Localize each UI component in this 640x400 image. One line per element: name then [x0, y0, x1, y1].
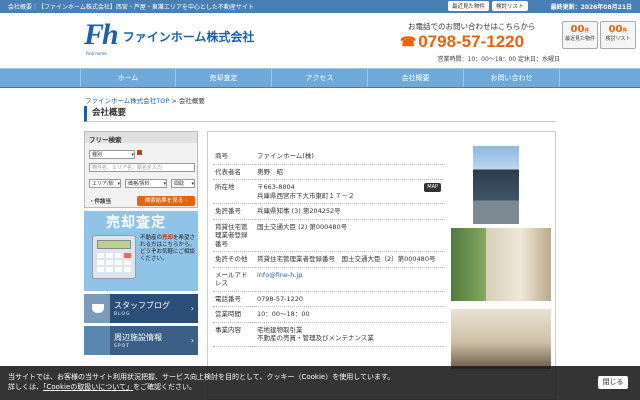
- info-value: 奥野 昭: [255, 164, 443, 180]
- info-key: 商号: [213, 149, 255, 165]
- breadcrumb-sep: >: [171, 97, 177, 105]
- company-name: ファインホーム株式会社: [122, 30, 255, 44]
- info-value: 国土交通大臣 (2) 第000480号: [255, 219, 443, 252]
- office-entrance-photo: [451, 228, 551, 301]
- staff-blog-banner[interactable]: スタッフブログ BLOG ›: [84, 294, 198, 323]
- breadcrumb: ファインホーム株式会社TOP > 会社概要: [85, 95, 205, 105]
- logo-mark: Fh: [84, 18, 119, 51]
- spot-title: 周辺施設情報: [114, 333, 162, 342]
- office-interior-photo: [451, 309, 551, 369]
- info-value[interactable]: info@fine-h.jp: [255, 267, 443, 292]
- info-key: メールアドレス: [213, 267, 255, 292]
- info-row: メールアドレス info@fine-h.jp: [213, 267, 443, 292]
- info-value: 0798-57-1220: [255, 291, 443, 307]
- info-row: 免許その他 賃貸住宅管理業者登録番号 国土交通大臣（2）第000480号: [213, 251, 443, 268]
- main-nav: ホーム 売却査定 アクセス 会社概要 お問い合わせ: [0, 68, 640, 88]
- topbar-overlay: 最近見た物件 検討リスト 最終更新：2026年08月21日: [0, 0, 640, 13]
- email-link: info@fine-h.jp: [257, 270, 303, 279]
- blog-title: スタッフブログ: [114, 301, 170, 310]
- info-key: 免許その他: [213, 251, 255, 268]
- spot-sub: SPOT: [114, 344, 130, 349]
- info-key: 免許番号: [213, 203, 255, 220]
- info-row: 代表者名 奥野 昭: [213, 164, 443, 180]
- info-value: 宅地建物取引業 不動産の売買・管理及びメンテナンス業: [255, 322, 443, 347]
- area-select[interactable]: エリア/駅 ▾: [89, 179, 121, 188]
- type-select[interactable]: 種別 ▾: [89, 150, 135, 159]
- info-value: MAP 〒663-8004 兵庫県西宮市下大市東町１７－２: [255, 179, 443, 204]
- last-updated: 最終更新：2026年08月21日: [550, 4, 632, 11]
- info-key: 代表者名: [213, 164, 255, 180]
- top-actions: 最近見た物件 検討リスト: [448, 1, 528, 11]
- breadcrumb-home[interactable]: ファインホーム株式会社TOP: [85, 97, 169, 105]
- top-recent-link[interactable]: 最近見た物件: [448, 1, 490, 11]
- chevron-right-icon: ›: [190, 336, 194, 345]
- nav-sell-assessment[interactable]: 売却査定: [176, 69, 272, 87]
- info-key: 所在地: [213, 179, 255, 204]
- phone-area: お電話でのお問い合わせはこちらから ☎ 0798-57-1220 営業時間：10…: [400, 21, 560, 63]
- free-search-box: フリー検索 種別 ▾ 物件名、エリア名、駅名を入力 エリア/駅 ▾ 価格/賃料 ▾ 間…: [84, 131, 198, 208]
- nav-contact[interactable]: お問い合わせ: [464, 69, 560, 87]
- cookie-close-button[interactable]: 閉じる: [598, 376, 628, 389]
- page-title: 会社概要: [84, 106, 556, 122]
- info-row: 営業時間 10：00～18：00: [213, 306, 443, 323]
- map-button[interactable]: MAP: [424, 183, 441, 192]
- search-button[interactable]: 検索結果を見る ›: [137, 196, 195, 206]
- chevron-right-icon: ›: [190, 304, 194, 313]
- info-key: 事業内容: [213, 322, 255, 347]
- phone-number[interactable]: ☎ 0798-57-1220: [400, 32, 560, 52]
- info-row: 賃貸住宅管理業者登録番号 国土交通大臣 (2) 第000480号: [213, 219, 443, 252]
- business-hours: 営業時間：10：00～18：00 定休日：水曜日: [437, 56, 560, 63]
- info-row: 電話番号 0798-57-1220: [213, 291, 443, 307]
- building-photo: [473, 146, 519, 224]
- layout-select[interactable]: 間取 ▾: [171, 179, 195, 188]
- sidebar: フリー検索 種別 ▾ 物件名、エリア名、駅名を入力 エリア/駅 ▾ 価格/賃料 ▾ 間…: [84, 131, 198, 355]
- nav-access[interactable]: アクセス: [272, 69, 368, 87]
- search-title: フリー検索: [85, 132, 197, 144]
- top-list-link[interactable]: 検討リスト: [492, 1, 528, 11]
- company-info-table: 商号 ファインホーム(株) 代表者名 奥野 昭所在地 MAP 〒663-8004 兵庫県西宮…: [213, 149, 443, 347]
- info-row: 所在地 MAP 〒663-8004 兵庫県西宮市下大市東町１７－２: [213, 179, 443, 204]
- info-key: 電話番号: [213, 291, 255, 307]
- info-row: 商号 ファインホーム(株): [213, 149, 443, 165]
- phone-icon: ☎: [400, 34, 417, 49]
- info-value: 10：00～18：00: [255, 306, 443, 323]
- cookie-policy-link[interactable]: 「Cookieの取扱いについて」: [43, 383, 133, 391]
- sell-text: 不動産の売却を希望される方はこちらから。どうぞお気軽にご相談ください。: [140, 235, 196, 262]
- company-info-panel: 商号 ファインホーム(株) 代表者名 奥野 昭所在地 MAP 〒663-8004 兵庫県西宮…: [207, 131, 556, 400]
- favorite-list-button[interactable]: 00件 検討リスト: [600, 21, 636, 49]
- nav-home[interactable]: ホーム: [80, 69, 176, 87]
- cookie-text: 当サイトでは、お客様の当サイト利用状況把握、サービス向上検討を目的として、クッキ…: [8, 373, 395, 381]
- price-select[interactable]: 価格/賃料 ▾: [125, 179, 167, 188]
- cookie-banner: 当サイトでは、お客様の当サイト利用状況把握、サービス向上検討を目的として、クッキ…: [0, 366, 640, 400]
- sell-assessment-banner[interactable]: 売却査定 不動産の売却を希望される方はこちらから。どうぞお気軽にご相談ください。: [84, 211, 198, 291]
- phone-label: お電話でのお問い合わせはこちらから: [408, 22, 536, 31]
- info-value: 賃貸住宅管理業者登録番号 国土交通大臣（2）第000480号: [255, 251, 443, 268]
- info-row: 免許番号 兵庫県知事 (3) 第204252号: [213, 203, 443, 220]
- blog-sub: BLOG: [114, 312, 131, 317]
- calculator-icon: [92, 235, 136, 279]
- coffee-cup-icon: [92, 304, 104, 313]
- logo[interactable]: Fh Fine home ファインホーム株式会社: [84, 18, 255, 57]
- result-count: ・件該当: [89, 199, 112, 205]
- info-row: 事業内容 宅地建物取引業 不動産の売買・管理及びメンテナンス業: [213, 322, 443, 347]
- info-value: ファインホーム(株): [255, 149, 443, 165]
- header-buttons: 00件 最近見た物件 00件 検討リスト: [562, 21, 636, 49]
- keyword-input[interactable]: 物件名、エリア名、駅名を入力: [89, 163, 195, 172]
- info-key: 賃貸住宅管理業者登録番号: [213, 219, 255, 252]
- breadcrumb-current: 会社概要: [178, 97, 205, 105]
- spot-info-banner[interactable]: 周辺施設情報 SPOT ›: [84, 326, 198, 355]
- nav-company[interactable]: 会社概要: [368, 69, 464, 87]
- building-image: [84, 326, 110, 355]
- header: Fh Fine home ファインホーム株式会社 お電話でのお問い合わせはこちら…: [0, 13, 640, 68]
- info-value: 兵庫県知事 (3) 第204252号: [255, 203, 443, 220]
- recent-viewed-button[interactable]: 00件 最近見た物件: [562, 21, 598, 49]
- sell-title: 売却査定: [106, 215, 166, 231]
- required-icon: [137, 150, 142, 155]
- logo-sub: Fine home: [86, 51, 107, 56]
- info-key: 営業時間: [213, 306, 255, 323]
